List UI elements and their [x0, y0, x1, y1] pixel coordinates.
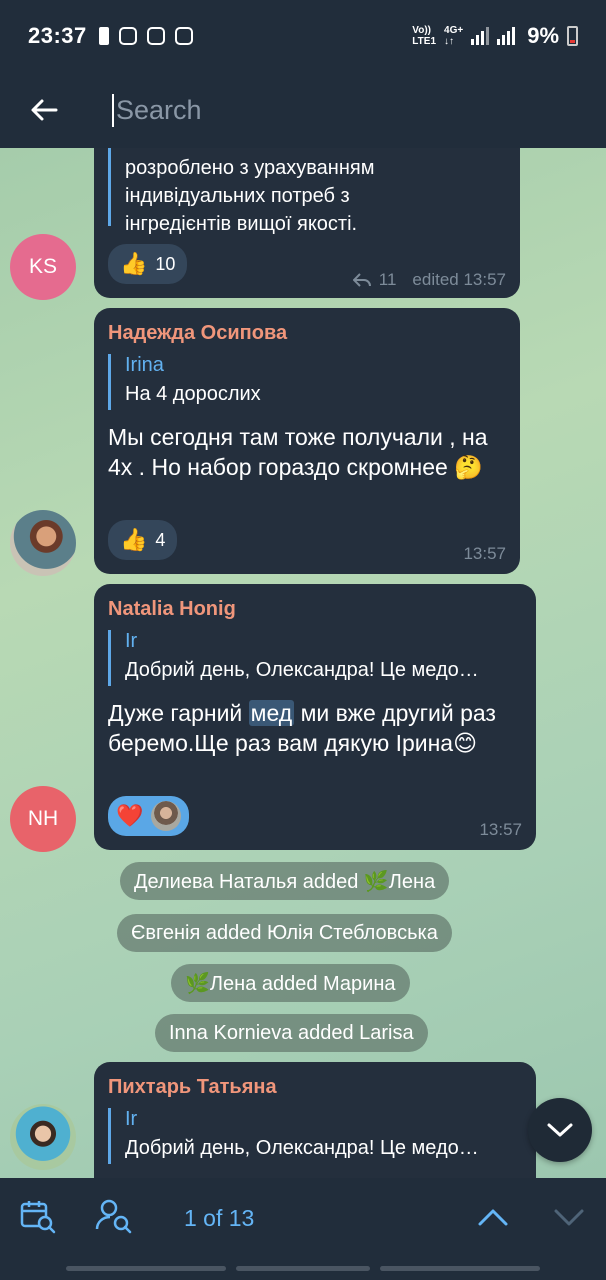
notification-icons — [98, 27, 193, 45]
chevron-up-icon — [478, 1209, 508, 1226]
reply-author: Ir — [125, 1108, 138, 1130]
message-bubble[interactable]: Пихтарь Татьяна Ir Добрий день, Олександ… — [94, 1062, 536, 1178]
battery-icon — [567, 26, 578, 46]
reply-preview[interactable]: Ir Добрий день, Олександра! Це медо… — [108, 1108, 479, 1164]
reply-preview[interactable]: Irina На 4 дорослих — [108, 354, 261, 410]
reaction-count: 4 — [155, 529, 166, 550]
instagram-icon — [118, 27, 137, 45]
chat-area[interactable]: розроблено з урахуванням індивідуальних … — [0, 148, 606, 1178]
back-arrow-icon — [31, 99, 58, 121]
scroll-down-button[interactable] — [528, 1098, 592, 1162]
reaction-chip[interactable]: 👍 4 — [108, 520, 178, 560]
sender-name[interactable]: Natalia Honig — [108, 598, 236, 621]
reactor-avatar — [151, 801, 182, 831]
instagram-icon — [146, 27, 165, 45]
calendar-search-button[interactable] — [18, 1196, 58, 1236]
nav-gesture-hint — [236, 1266, 370, 1271]
message-text: індивідуальних потреб з — [125, 185, 350, 207]
reply-text: Добрий день, Олександра! Це медо… — [125, 659, 479, 681]
back-button[interactable] — [22, 88, 66, 132]
chevron-down-icon — [547, 1123, 573, 1137]
search-input[interactable] — [112, 93, 538, 127]
system-nav-bar — [0, 1258, 606, 1280]
reaction-chip[interactable]: ❤️ — [108, 796, 190, 836]
reaction-count: 10 — [155, 253, 176, 274]
avatar[interactable]: NH — [10, 786, 76, 852]
message-text: інгредієнтів вищої якості. — [125, 213, 358, 235]
nav-gesture-hint — [380, 1266, 540, 1271]
nav-gesture-hint — [66, 1266, 226, 1271]
heart-icon: ❤️ — [116, 803, 144, 828]
message-meta: 11 edited 13:57 — [352, 270, 506, 290]
search-results-bar: 1 of 13 — [0, 1178, 606, 1258]
alert-icon — [98, 27, 109, 45]
user-search-button[interactable] — [94, 1196, 134, 1236]
edited-time: edited 13:57 — [412, 270, 506, 289]
battery-percent: 9% — [527, 23, 559, 48]
calendar-search-icon — [20, 1201, 56, 1234]
signal-icon — [471, 27, 490, 45]
status-bar: 23:37 Vo)) LTE1 4G+ ↓↑ 9% — [0, 0, 606, 72]
status-time: 23:37 — [28, 23, 87, 48]
message-text: розроблено з урахуванням — [125, 157, 375, 179]
reaction-chip[interactable]: 👍 10 — [108, 244, 188, 284]
reply-count: 11 — [378, 270, 397, 289]
search-highlight: мед — [248, 700, 295, 726]
search-bar — [0, 72, 606, 148]
reply-author: Irina — [125, 354, 164, 376]
message-time: 13:57 — [479, 820, 522, 839]
chevron-down-icon — [554, 1209, 584, 1226]
thumbs-up-icon: 👍 — [120, 527, 148, 552]
sender-name[interactable]: Пихтарь Татьяна — [108, 1076, 277, 1099]
next-result-button[interactable] — [552, 1202, 586, 1232]
user-search-icon — [95, 1199, 132, 1234]
search-result-counter: 1 of 13 — [184, 1204, 255, 1231]
reply-icon — [352, 273, 371, 287]
volte-indicator: Vo)) LTE1 — [412, 25, 437, 47]
previous-result-button[interactable] — [476, 1202, 510, 1232]
reply-text: Добрий день, Олександра! Це медо… — [125, 1137, 479, 1159]
message-bubble[interactable]: Надежда Осипова Irina На 4 дорослих Мы с… — [94, 308, 520, 574]
message-text: Мы сегодня там тоже получали , на 4х . Н… — [108, 424, 488, 480]
reply-preview[interactable]: Ir Добрий день, Олександра! Це медо… — [108, 630, 479, 686]
reply-author: Ir — [125, 630, 138, 652]
avatar[interactable] — [10, 510, 76, 576]
service-message: Євгенія added Юлія Стебловська — [117, 914, 452, 952]
gallery-icon — [174, 27, 193, 45]
message-bubble[interactable]: Natalia Honig Ir Добрий день, Олександра… — [94, 584, 536, 850]
avatar[interactable]: KS — [10, 234, 76, 300]
reply-text: На 4 дорослих — [125, 383, 261, 405]
sender-name[interactable]: Надежда Осипова — [108, 322, 287, 345]
service-message: 🌿Лена added Марина — [171, 964, 410, 1002]
message-text: Дуже гарний мед ми вже другий раз беремо… — [108, 700, 496, 756]
message-bubble[interactable]: розроблено з урахуванням індивідуальних … — [94, 148, 520, 298]
quote-block: розроблено з урахуванням індивідуальних … — [108, 148, 375, 235]
avatar[interactable] — [10, 1104, 76, 1170]
network-type-indicator: 4G+ ↓↑ — [444, 25, 464, 47]
message-time: 13:57 — [463, 544, 506, 563]
system-indicators: Vo)) LTE1 4G+ ↓↑ 9% — [412, 23, 578, 49]
signal-icon — [497, 27, 516, 45]
service-message: Inna Kornieva added Larisa — [155, 1014, 428, 1052]
thumbs-up-icon: 👍 — [120, 251, 148, 276]
service-message: Делиева Наталья added 🌿Лена — [120, 862, 450, 900]
